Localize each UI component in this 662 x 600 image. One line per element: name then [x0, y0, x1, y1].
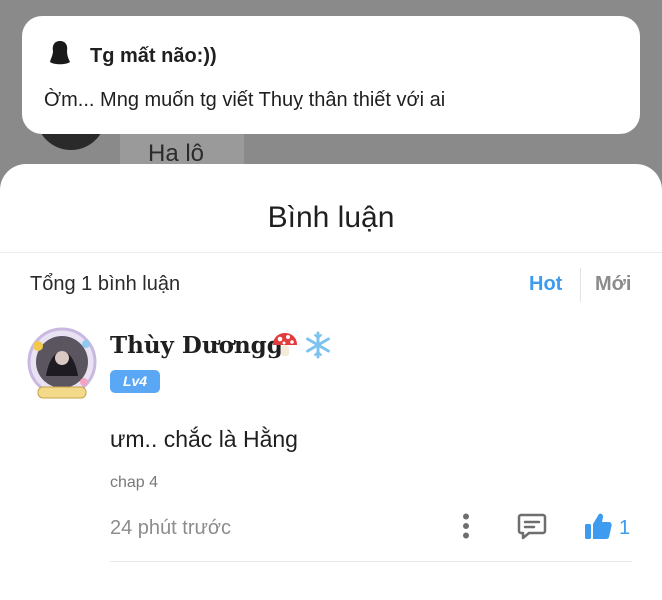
commenter-name[interactable]: Thùy Dươngg: [110, 332, 283, 359]
notification-body: Ờm... Mng muốn tg viết Thuỵ thân thiết v…: [44, 89, 446, 111]
comment-count: Tổng 1 bình luận: [30, 273, 181, 295]
comments-sheet: Bình luận Tổng 1 bình luận Hot Mới Thùy …: [0, 164, 662, 600]
reply-icon[interactable]: [516, 510, 548, 542]
sort-divider: [580, 268, 581, 302]
more-options-icon[interactable]: [456, 510, 476, 542]
level-badge: Lv4: [110, 370, 160, 393]
notification-title: Tg mất não:)): [90, 45, 217, 67]
notification-card[interactable]: Tg mất não:)) Ờm... Mng muốn tg viết Thu…: [22, 16, 640, 134]
author-avatar-icon: [46, 38, 74, 68]
like-icon[interactable]: [582, 510, 614, 542]
snowflake-icon: [303, 330, 333, 360]
comment-divider: [110, 561, 632, 562]
sort-hot-tab[interactable]: Hot: [529, 273, 562, 296]
like-count: 1: [619, 517, 631, 539]
commenter-avatar[interactable]: [24, 324, 100, 404]
comment-text: ưm.. chắc là Hằng: [110, 426, 298, 452]
header-divider: [0, 252, 662, 253]
comment-time: 24 phút trước: [110, 517, 232, 539]
comment-chapter[interactable]: chap 4: [110, 474, 158, 492]
sheet-title: Bình luận: [267, 201, 395, 234]
mushroom-icon: [270, 330, 300, 360]
sort-new-tab[interactable]: Mới: [595, 273, 631, 296]
